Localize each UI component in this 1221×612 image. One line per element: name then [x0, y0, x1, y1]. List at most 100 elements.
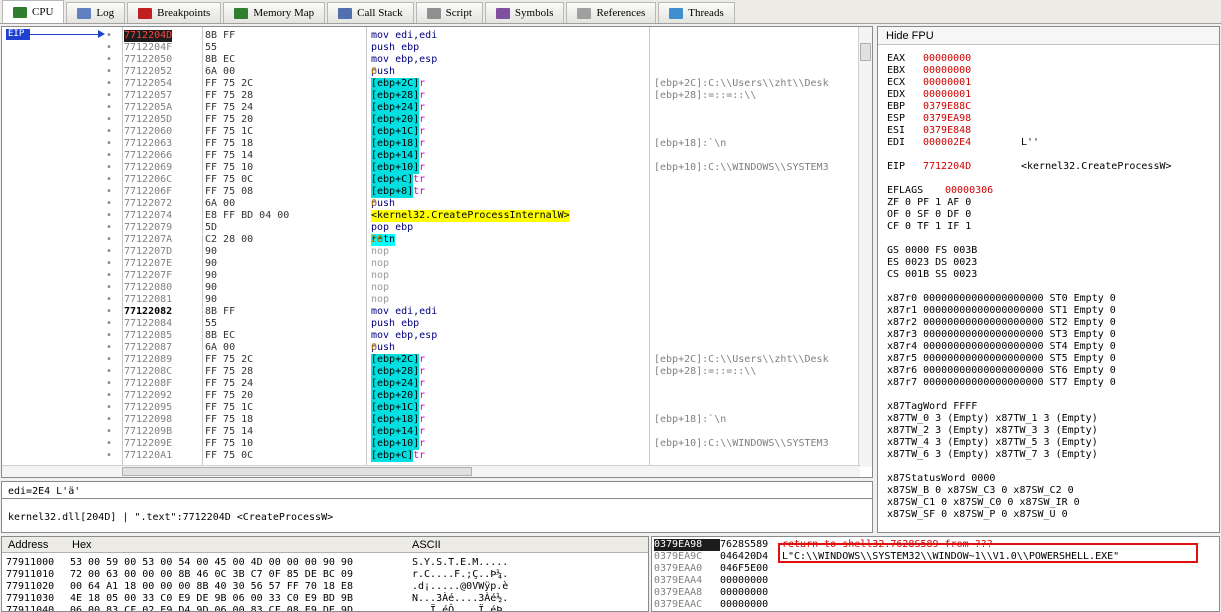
disassembly-row[interactable]: •7712206CFF 75 0Cpush dword ptr ss:[ebp+… — [2, 174, 862, 186]
tab-references[interactable]: References — [566, 2, 657, 23]
disassembly-row[interactable]: •77122098FF 75 18push dword ptr ss:[ebp+… — [2, 414, 862, 426]
bullet-icon: • — [106, 282, 113, 293]
dump-ascii[interactable]: ...Ï.éÔ....Ï.éÞ. — [412, 605, 508, 611]
disassembly-row[interactable]: • 77122079 5D pop ebp — [2, 222, 862, 234]
hide-fpu-button[interactable]: Hide FPU — [878, 27, 1219, 45]
dump-address[interactable]: 77911000 — [6, 557, 54, 569]
dump-ascii[interactable]: .d¡.....@0VWÿp.è — [412, 581, 508, 593]
dump-hex[interactable]: 53 00 59 00 53 00 54 00 45 00 4D 00 00 0… — [70, 557, 353, 569]
disassembly-row[interactable]: • 7712204D 8B FF mov edi,edi — [2, 30, 862, 42]
instruction-bytes: FF 75 20 — [205, 114, 254, 125]
disassembly-row[interactable]: •77122066FF 75 14push dword ptr ss:[ebp+… — [2, 150, 862, 162]
disassembly-row[interactable]: •771220A1FF 75 0Cpush dword ptr ss:[ebp+… — [2, 450, 862, 462]
instruction-bytes: 90 — [205, 270, 218, 281]
dump-ascii[interactable]: r.C....F.;Ç..Þ¼. — [412, 569, 508, 581]
instruction-address: 77122081 — [124, 294, 173, 305]
tab-label: Call Stack — [357, 7, 403, 19]
tab-threads[interactable]: Threads — [658, 2, 735, 23]
dump-address[interactable]: 77911040 — [6, 605, 54, 611]
disassembly-row[interactable]: •77122095FF 75 1Cpush dword ptr ss:[ebp+… — [2, 402, 862, 414]
disassembly-row[interactable]: •77122089FF 75 2Cpush dword ptr ss:[ebp+… — [2, 354, 862, 366]
register-edx[interactable]: EDX 00000001 — [887, 89, 1021, 101]
disassembly-horizontal-scrollbar[interactable] — [2, 465, 860, 477]
disassembly-row[interactable]: •7712209BFF 75 14push dword ptr ss:[ebp+… — [2, 426, 862, 438]
register-eflags[interactable]: EFLAGS 00000306 — [887, 185, 993, 197]
tab-call-stack[interactable]: Call Stack — [327, 2, 414, 23]
tab-breakpoints[interactable]: Breakpoints — [127, 2, 222, 23]
register-esp[interactable]: ESP 0379EA98 — [887, 113, 1021, 125]
dump-header-address[interactable]: Address — [8, 539, 48, 551]
stack-row[interactable]: 0379EAA0 046F5E00 — [654, 563, 782, 575]
bullet-icon: • — [106, 402, 113, 413]
disassembly-row[interactable]: • 77122084 55 push ebp — [2, 318, 862, 330]
instruction-bytes: FF 75 18 — [205, 414, 254, 425]
disassembly-row[interactable]: •77122074E8 FF BD 04 00call <kernel32.Cr… — [2, 210, 862, 222]
tab-script[interactable]: Script — [415, 2, 483, 23]
tab-memory-map[interactable]: Memory Map — [223, 2, 326, 23]
register-edi[interactable]: EDI 000002E4 L'' — [887, 137, 1039, 149]
register-ebx[interactable]: EBX 00000000 — [887, 65, 1021, 77]
dump-hex[interactable]: 72 00 63 00 00 00 8B 46 0C 3B C7 0F 85 D… — [70, 569, 353, 581]
register-ebp[interactable]: EBP 0379E88C — [887, 101, 1021, 113]
disassembly-vertical-scrollbar[interactable] — [858, 27, 872, 467]
register-ecx[interactable]: ECX 00000001 — [887, 77, 1021, 89]
dump-ascii[interactable]: N...3Àé....3Àé½. — [412, 593, 508, 605]
tab-log[interactable]: Log — [66, 2, 126, 23]
disassembly-row[interactable]: •7712205AFF 75 24push dword ptr ss:[ebp+… — [2, 102, 862, 114]
disassembly-row[interactable]: •7712208CFF 75 28push dword ptr ss:[ebp+… — [2, 366, 862, 378]
disassembly-row[interactable]: •77122060FF 75 1Cpush dword ptr ss:[ebp+… — [2, 126, 862, 138]
disassembly-row[interactable]: • 7712204F 55 push ebp — [2, 42, 862, 54]
instruction-address: 77122084 — [124, 318, 173, 329]
bullet-icon: • — [106, 186, 113, 197]
memory-dump-pane[interactable]: Address Hex ASCII 77911000 53 00 59 00 53… — [1, 536, 649, 612]
register-esi[interactable]: ESI 0379E848 — [887, 125, 1021, 137]
disassembly-row[interactable]: • 77122080 90 nop — [2, 282, 862, 294]
disassembly-row[interactable]: • 77122081 90 nop — [2, 294, 862, 306]
stack-row[interactable]: 0379EAA4 00000000 — [654, 575, 782, 587]
registers-pane[interactable]: Hide FPU EAX 00000000 EBX 00000000 ECX 000000… — [877, 26, 1220, 533]
disassembly-row[interactable]: • 77122082 8B FF mov edi,edi — [2, 306, 862, 318]
disassembly-row[interactable]: •7712206FFF 75 08push dword ptr ss:[ebp+… — [2, 186, 862, 198]
disassembly-row[interactable]: •7712205DFF 75 20push dword ptr ss:[ebp+… — [2, 114, 862, 126]
stack-row[interactable]: 0379EAAC 00000000 — [654, 599, 782, 611]
disassembly-row[interactable]: • 7712207D 90 nop — [2, 246, 862, 258]
register-eip[interactable]: EIP 7712204D <kernel32.CreateProcessW> — [887, 161, 1172, 173]
instruction-bytes: 6A 00 — [205, 198, 236, 209]
disassembly-row[interactable]: •77122057FF 75 28push dword ptr ss:[ebp+… — [2, 90, 862, 102]
stack-row[interactable]: 0379EAA8 00000000 — [654, 587, 782, 599]
dump-address[interactable]: 77911010 — [6, 569, 54, 581]
instruction-address: 7712207D — [124, 246, 173, 257]
disassembly-row[interactable]: •77122063FF 75 18push dword ptr ss:[ebp+… — [2, 138, 862, 150]
disassembly-row[interactable]: • 7712207A C2 28 00 retn 28 — [2, 234, 862, 246]
dump-hex[interactable]: 4E 18 05 00 33 C0 E9 DE 9B 06 00 33 C0 E… — [70, 593, 353, 605]
disassembly-row[interactable]: •77122054FF 75 2Cpush dword ptr ss:[ebp+… — [2, 78, 862, 90]
dump-ascii[interactable]: S.Y.S.T.E.M..... — [412, 557, 508, 569]
disassembly-row[interactable]: • 77122072 6A 00 push 0 — [2, 198, 862, 210]
disassembly-pane[interactable]: EIP • 7712204D 8B FF mov edi,edi • 7712204F 55… — [1, 26, 873, 478]
dump-header-hex[interactable]: Hex — [72, 539, 92, 551]
dump-address[interactable]: 77911030 — [6, 593, 54, 605]
disassembly-row[interactable]: •77122092FF 75 20push dword ptr ss:[ebp+… — [2, 390, 862, 402]
disassembly-row[interactable]: • 77122052 6A 00 push 0 — [2, 66, 862, 78]
disassembly-row[interactable]: • 77122087 6A 00 push 0 — [2, 342, 862, 354]
dump-header-ascii[interactable]: ASCII — [412, 539, 441, 551]
dump-hex[interactable]: 00 64 A1 18 00 00 00 8B 40 30 56 57 FF 7… — [70, 581, 353, 593]
disassembly-row[interactable]: • 77122050 8B EC mov ebp,esp — [2, 54, 862, 66]
disassembly-row[interactable]: •77122069FF 75 10push dword ptr ss:[ebp+… — [2, 162, 862, 174]
tab-symbols[interactable]: Symbols — [484, 2, 565, 23]
instruction-address: 77122092 — [124, 390, 173, 401]
tab-bar: CPU Log Breakpoints Memory Map Call Stack Scr… — [0, 0, 1221, 24]
disassembly-row[interactable]: •7712208FFF 75 24push dword ptr ss:[ebp+… — [2, 378, 862, 390]
disassembly-row[interactable]: • 7712207F 90 nop — [2, 270, 862, 282]
disassembly-row[interactable]: • 7712207E 90 nop — [2, 258, 862, 270]
scroll-thumb[interactable] — [122, 467, 472, 476]
tab-cpu[interactable]: CPU — [2, 0, 65, 23]
stack-address: 0379EA9C — [654, 551, 703, 562]
scroll-thumb[interactable] — [860, 43, 871, 61]
dump-address[interactable]: 77911020 — [6, 581, 54, 593]
disassembly-row[interactable]: • 77122085 8B EC mov ebp,esp — [2, 330, 862, 342]
x87-tagword-line: x87TW_0 3 (Empty) x87TW_1 3 (Empty) — [887, 413, 1098, 424]
dump-hex[interactable]: 06 00 83 CF 02 E9 D4 9D 06 00 83 CF 08 E… — [70, 605, 353, 611]
disassembly-row[interactable]: •7712209EFF 75 10push dword ptr ss:[ebp+… — [2, 438, 862, 450]
register-eax[interactable]: EAX 00000000 — [887, 53, 1021, 65]
